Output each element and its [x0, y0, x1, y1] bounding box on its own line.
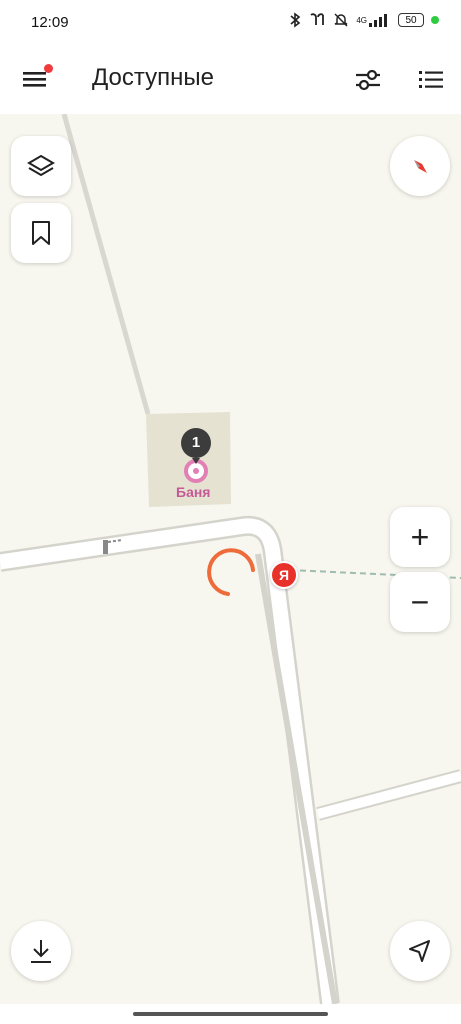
- layers-button[interactable]: [11, 136, 71, 196]
- poi-cluster-count[interactable]: 1: [181, 428, 211, 458]
- menu-button[interactable]: [22, 64, 53, 94]
- poi-label[interactable]: Баня: [176, 484, 210, 500]
- download-icon: [31, 940, 51, 963]
- compass-icon: [414, 160, 427, 173]
- mute-icon: [334, 13, 348, 27]
- list-icon: [419, 71, 443, 88]
- yandex-marker[interactable]: Я: [270, 561, 298, 589]
- earbuds-icon: [310, 13, 325, 25]
- map-path: [61, 114, 151, 415]
- bookmark-icon: [32, 221, 50, 245]
- zoom-out-button[interactable]: −: [390, 572, 450, 632]
- compass-button[interactable]: [390, 136, 450, 196]
- download-button[interactable]: [11, 921, 71, 981]
- locate-button[interactable]: [390, 921, 450, 981]
- home-indicator-bar: [0, 1004, 461, 1024]
- page-title: Доступные: [92, 64, 214, 91]
- bluetooth-icon: [290, 12, 301, 28]
- app-bar: Доступные: [0, 48, 461, 114]
- network-type: 4G: [356, 15, 367, 25]
- map-road-vertical: [255, 553, 338, 1004]
- home-indicator[interactable]: [133, 1012, 328, 1016]
- layers-icon: [27, 154, 55, 177]
- notification-dot: [44, 64, 53, 73]
- loading-arc: [207, 548, 255, 596]
- status-bar: 12:09 4G 50: [0, 0, 461, 48]
- bookmarks-button[interactable]: [11, 203, 71, 263]
- map-view[interactable]: 1 Баня Я + −: [0, 114, 461, 1004]
- battery-icon: 50: [398, 13, 424, 27]
- zoom-in-button[interactable]: +: [390, 507, 450, 567]
- filter-button[interactable]: [354, 68, 382, 94]
- status-icons: 4G 50: [289, 12, 439, 28]
- filter-sliders-icon: [356, 69, 380, 91]
- active-dot-icon: [431, 16, 439, 24]
- navigation-arrow-icon: [409, 940, 430, 962]
- status-time: 12:09: [31, 14, 69, 31]
- list-button[interactable]: [418, 68, 446, 94]
- signal-icon: [369, 14, 387, 27]
